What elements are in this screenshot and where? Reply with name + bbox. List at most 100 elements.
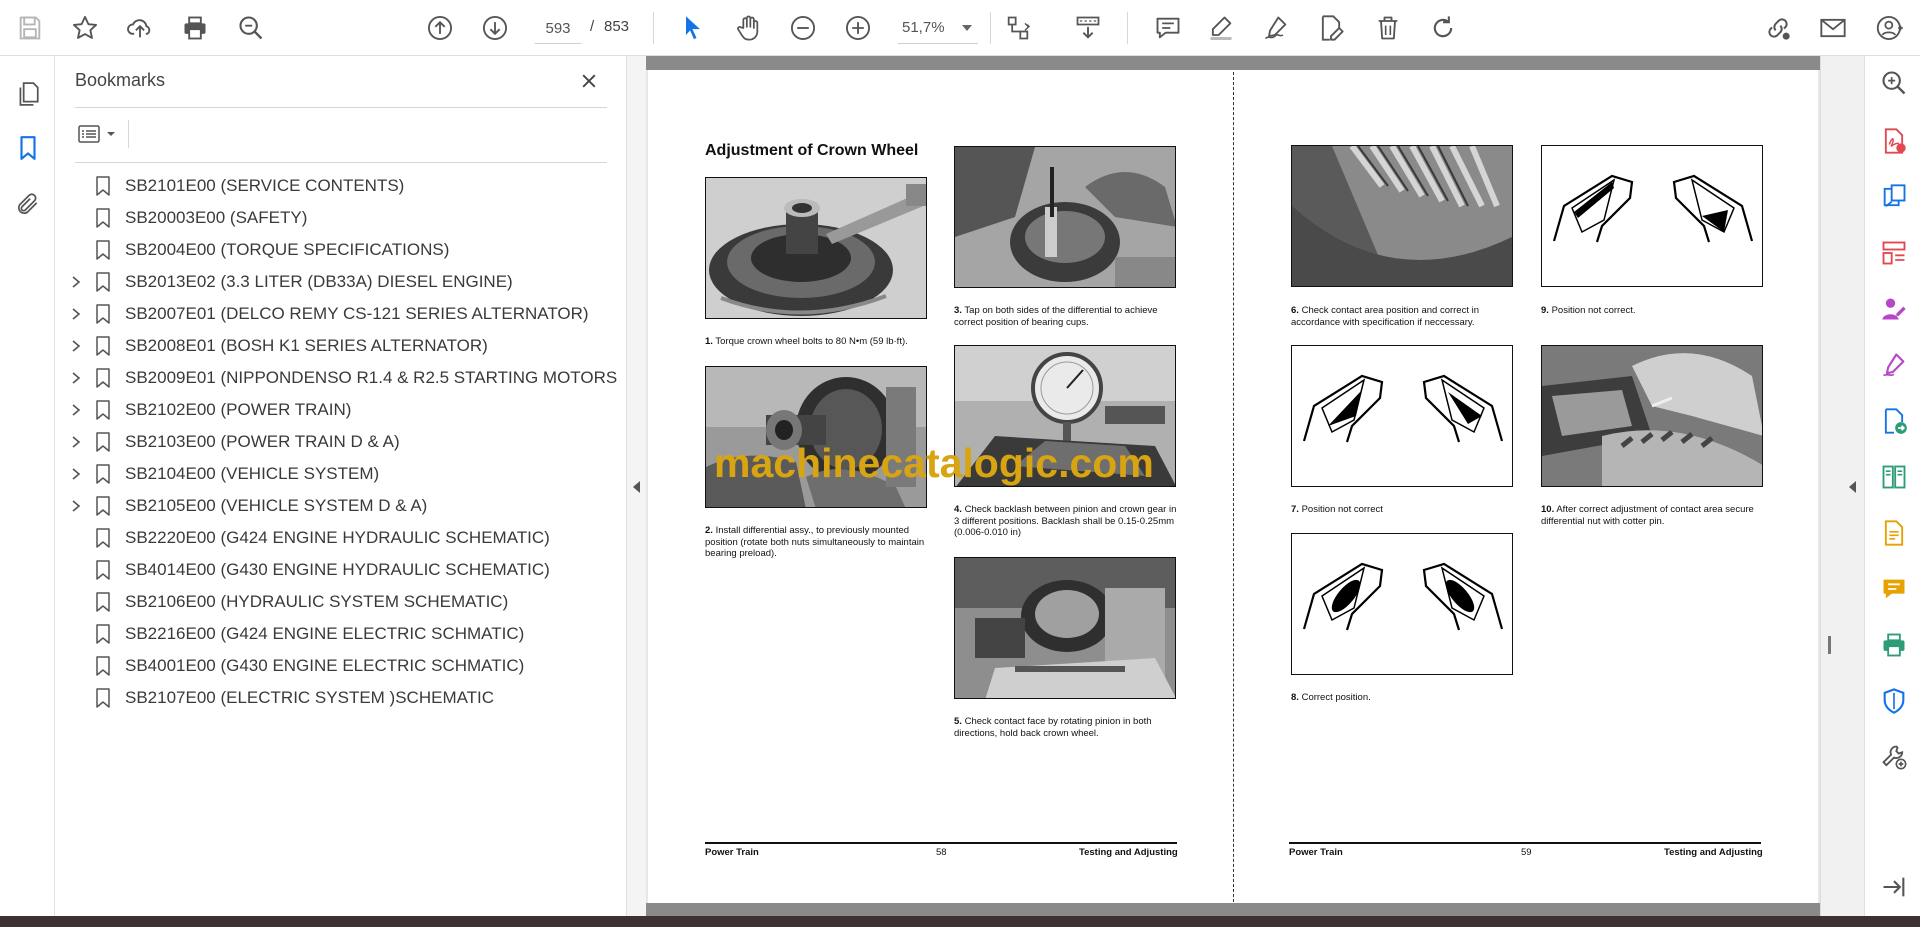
chevron-right-icon[interactable]: [70, 339, 82, 353]
bookmark-icon: [96, 336, 110, 356]
comment-tool-icon[interactable]: [1879, 574, 1909, 604]
bookmark-item[interactable]: SB2102E00 (POWER TRAIN): [56, 394, 626, 426]
protect-icon[interactable]: [1879, 686, 1909, 716]
toolbar-divider: [990, 12, 991, 44]
zoom-tool-icon[interactable]: [1879, 68, 1909, 98]
bookmark-item[interactable]: SB2103E00 (POWER TRAIN D & A): [56, 426, 626, 458]
collapse-right-icon[interactable]: [1849, 481, 1856, 493]
bookmark-item[interactable]: SB2106E00 (HYDRAULIC SYSTEM SCHEMATIC): [56, 586, 626, 618]
create-pdf-icon[interactable]: [1879, 182, 1909, 212]
account-icon[interactable]: [1872, 10, 1908, 46]
chevron-right-icon[interactable]: [70, 371, 82, 385]
comment-icon[interactable]: [1150, 10, 1186, 46]
zoom-level-select[interactable]: 51,7%: [898, 12, 978, 44]
bookmark-item[interactable]: SB20003E00 (SAFETY): [56, 202, 626, 234]
edit-icon[interactable]: [1313, 10, 1349, 46]
bookmark-item[interactable]: SB2101E00 (SERVICE CONTENTS): [56, 170, 626, 202]
fill-sign-icon[interactable]: [1879, 294, 1909, 324]
bookmark-item[interactable]: SB2007E01 (DELCO REMY CS-121 SERIES ALTE…: [56, 298, 626, 330]
next-page-icon[interactable]: [477, 10, 513, 46]
highlight-icon[interactable]: [1203, 10, 1239, 46]
bookmark-label: SB2007E01 (DELCO REMY CS-121 SERIES ALTE…: [125, 304, 589, 323]
find-icon[interactable]: [233, 10, 269, 46]
vertical-scrollbar[interactable]: [1820, 56, 1864, 927]
zoom-out-icon[interactable]: [785, 10, 821, 46]
fit-page-icon[interactable]: [1000, 10, 1036, 46]
zoom-in-icon[interactable]: [840, 10, 876, 46]
scan-icon[interactable]: [1879, 518, 1909, 548]
bookmark-label: SB4001E00 (G430 ENGINE ELECTRIC SCHMATIC…: [125, 656, 525, 675]
share-link-icon[interactable]: [1760, 10, 1796, 46]
bookmarks-panel: Bookmarks SB2101E00 (SERVICE CONTENTS) SB…: [56, 56, 626, 927]
chevron-right-icon[interactable]: [70, 307, 82, 321]
photo-crown-wheel-torque: [705, 177, 927, 319]
bookmark-item[interactable]: SB2104E00 (VEHICLE SYSTEM): [56, 458, 626, 490]
bookmark-item[interactable]: SB2220E00 (G424 ENGINE HYDRAULIC SCHEMAT…: [56, 522, 626, 554]
caption-5: 5. Check contact face by rotating pinion…: [954, 716, 1152, 739]
mail-icon[interactable]: [1815, 10, 1851, 46]
chevron-right-icon[interactable]: [70, 467, 82, 481]
chevron-right-icon[interactable]: [70, 403, 82, 417]
expand-icon[interactable]: [1879, 872, 1909, 902]
attachment-icon[interactable]: [10, 186, 46, 222]
save-icon[interactable]: [12, 10, 48, 46]
left-navigation-rail: [0, 56, 55, 927]
sign-icon[interactable]: [1258, 10, 1294, 46]
watermark-text: machinecatalogic.com: [714, 440, 1154, 486]
main-toolbar: 593 / 853 51,7%: [0, 0, 1920, 56]
sign-pen-icon[interactable]: [1879, 350, 1909, 380]
chevron-right-icon[interactable]: [70, 435, 82, 449]
panel-collapse-handle[interactable]: [626, 56, 646, 927]
bookmark-item[interactable]: SB2013E02 (3.3 LITER (DB33A) DIESEL ENGI…: [56, 266, 626, 298]
delete-icon[interactable]: [1370, 10, 1406, 46]
caption-4: 4. Check backlash between pinion and cro…: [954, 504, 1177, 538]
bookmark-options-button[interactable]: [76, 119, 122, 149]
bookmarks-title: Bookmarks: [75, 70, 166, 90]
taskbar-edge: [0, 916, 1920, 927]
chevron-right-icon[interactable]: [70, 275, 82, 289]
chevron-down-icon: [107, 132, 115, 136]
bookmark-icon: [96, 592, 110, 612]
compare-icon[interactable]: [1879, 462, 1909, 492]
bookmark-icon: [96, 432, 110, 452]
page-thumbnails-icon[interactable]: [10, 76, 46, 112]
star-icon[interactable]: [67, 10, 103, 46]
bookmark-item[interactable]: SB2009E01 (NIPPONDENSO R1.4 & R2.5 START…: [56, 362, 626, 394]
scroll-mode-icon[interactable]: [1070, 10, 1106, 46]
caption-7: 7. Position not correct: [1291, 504, 1383, 515]
bookmark-item[interactable]: SB2008E01 (BOSH K1 SERIES ALTERNATOR): [56, 330, 626, 362]
bookmark-panel-icon[interactable]: [10, 130, 46, 166]
close-icon[interactable]: [576, 68, 602, 94]
list-options-icon: [78, 125, 100, 143]
scrollbar-thumb[interactable]: [1828, 636, 1831, 654]
bookmark-label: SB2008E01 (BOSH K1 SERIES ALTERNATOR): [125, 336, 488, 355]
footer-page-number: 59: [1521, 847, 1532, 858]
export-pdf-icon[interactable]: [1879, 126, 1909, 156]
upload-icon[interactable]: [122, 10, 158, 46]
prev-page-icon[interactable]: [422, 10, 458, 46]
organize-pages-icon[interactable]: [1879, 238, 1909, 268]
bookmark-item[interactable]: SB4001E00 (G430 ENGINE ELECTRIC SCHMATIC…: [56, 650, 626, 682]
chevron-right-icon[interactable]: [70, 499, 82, 513]
bookmark-icon: [96, 656, 110, 676]
send-icon[interactable]: [1879, 406, 1909, 436]
more-tools-icon[interactable]: [1879, 742, 1909, 772]
page-number-input[interactable]: 593: [534, 12, 582, 44]
footer-rule: [705, 842, 1177, 844]
hand-icon[interactable]: [730, 10, 766, 46]
rotate-icon[interactable]: [1425, 10, 1461, 46]
bookmark-item[interactable]: SB2216E00 (G424 ENGINE ELECTRIC SCHMATIC…: [56, 618, 626, 650]
bookmark-label: SB2104E00 (VEHICLE SYSTEM): [125, 464, 380, 483]
print-icon[interactable]: [177, 10, 213, 46]
select-icon[interactable]: [675, 10, 711, 46]
bookmark-item[interactable]: SB2105E00 (VEHICLE SYSTEM D & A): [56, 490, 626, 522]
bookmark-item[interactable]: SB2107E00 (ELECTRIC SYSTEM )SCHEMATIC: [56, 682, 626, 714]
bookmark-icon: [96, 624, 110, 644]
bookmark-label: SB2220E00 (G424 ENGINE HYDRAULIC SCHEMAT…: [125, 528, 550, 547]
bookmark-item[interactable]: SB2004E00 (TORQUE SPECIFICATIONS): [56, 234, 626, 266]
bookmark-item[interactable]: SB4014E00 (G430 ENGINE HYDRAULIC SCHEMAT…: [56, 554, 626, 586]
print-production-icon[interactable]: [1879, 630, 1909, 660]
divider: [75, 107, 607, 108]
photo-rotate-pinion: [954, 557, 1176, 699]
bookmark-icon: [96, 272, 110, 292]
